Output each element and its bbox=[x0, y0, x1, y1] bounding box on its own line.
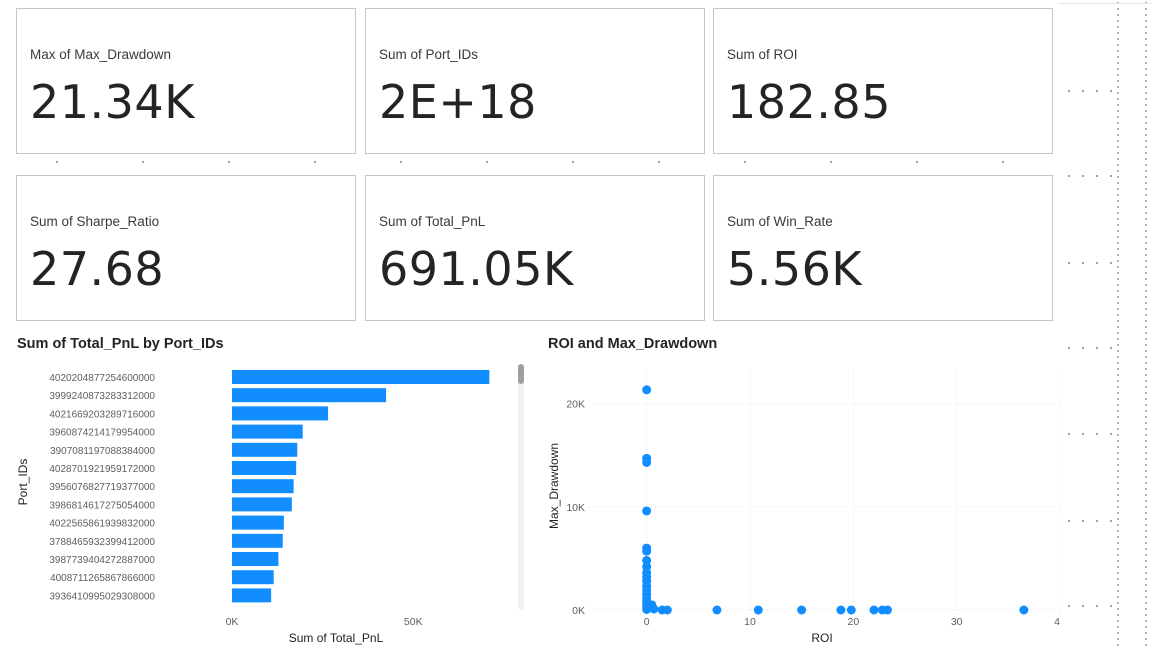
scrollbar-thumb[interactable] bbox=[518, 364, 524, 384]
x-axis-title: Sum of Total_PnL bbox=[289, 631, 384, 645]
scatter-point[interactable] bbox=[712, 605, 722, 615]
grid-dots bbox=[1062, 347, 1120, 349]
y-tick-label: 4022565861939832000 bbox=[49, 519, 155, 530]
kpi-card-sharpe-ratio[interactable]: Sum of Sharpe_Ratio 27.68 bbox=[16, 175, 356, 321]
kpi-label: Sum of ROI bbox=[727, 47, 798, 62]
bar[interactable] bbox=[232, 424, 303, 439]
scatter-chart-title: ROI and Max_Drawdown bbox=[548, 336, 718, 352]
x-tick-label: 50K bbox=[404, 616, 423, 628]
scatter-point[interactable] bbox=[836, 605, 846, 615]
grid-dots bbox=[1062, 605, 1120, 607]
scatter-point[interactable] bbox=[882, 605, 892, 615]
x-axis-title: ROI bbox=[811, 631, 832, 645]
y-tick-label: 3907081197088384000 bbox=[50, 446, 155, 457]
grid-dots bbox=[1062, 520, 1120, 522]
kpi-value: 182.85 bbox=[727, 75, 891, 129]
top-edge-line bbox=[1058, 3, 1151, 4]
y-tick-label: 4021669203289716000 bbox=[49, 409, 155, 420]
scatter-point[interactable] bbox=[846, 605, 856, 615]
x-tick-label: 20 bbox=[847, 616, 859, 628]
bar[interactable] bbox=[232, 515, 284, 530]
x-tick-label: 10 bbox=[744, 616, 756, 628]
y-tick-label: 0K bbox=[572, 605, 585, 617]
kpi-label: Sum of Sharpe_Ratio bbox=[30, 214, 160, 229]
kpi-value: 21.34K bbox=[30, 75, 195, 129]
y-tick-label: 3987739404272887000 bbox=[49, 555, 155, 566]
y-tick-label: 3960874214179954000 bbox=[49, 428, 155, 439]
kpi-value: 27.68 bbox=[30, 242, 165, 296]
kpi-card-port-ids[interactable]: Sum of Port_IDs 2E+18 bbox=[365, 8, 705, 154]
grid-dots bbox=[1062, 175, 1120, 177]
x-tick-label: 30 bbox=[951, 616, 963, 628]
bar[interactable] bbox=[232, 588, 272, 603]
scatter-point[interactable] bbox=[642, 457, 652, 467]
scatter-point[interactable] bbox=[642, 506, 652, 516]
bar[interactable] bbox=[232, 388, 387, 403]
x-tick-label: 0 bbox=[644, 616, 650, 628]
bar[interactable] bbox=[232, 552, 279, 566]
bar[interactable] bbox=[232, 442, 298, 457]
grid-dots bbox=[1062, 433, 1120, 435]
canvas-boundary-dots bbox=[1117, 0, 1119, 646]
scrollbar-track[interactable] bbox=[518, 364, 524, 610]
canvas-edge-dots bbox=[1145, 0, 1147, 646]
kpi-label: Sum of Port_IDs bbox=[379, 47, 479, 62]
bar[interactable] bbox=[232, 497, 292, 512]
y-tick-label: 4028701921959172000 bbox=[49, 464, 155, 475]
scatter-chart[interactable]: 0 10 20 30 40 0K 10K 20K ROI Max_Drawdown bbox=[540, 355, 1060, 646]
kpi-label: Max of Max_Drawdown bbox=[30, 47, 172, 62]
y-tick-label: 3986814617275054000 bbox=[49, 500, 155, 511]
y-tick-label: 4020204877254600000 bbox=[49, 373, 155, 384]
y-tick-label: 3936410995029308000 bbox=[49, 591, 155, 602]
kpi-value: 5.56K bbox=[727, 242, 863, 296]
y-axis-title: Port_IDs bbox=[16, 459, 30, 506]
scatter-point[interactable] bbox=[642, 546, 652, 556]
kpi-value: 691.05K bbox=[379, 242, 574, 296]
kpi-card-total-pnl[interactable]: Sum of Total_PnL 691.05K bbox=[365, 175, 705, 321]
y-tick-label: 3788465932399412000 bbox=[49, 537, 155, 548]
y-tick-label: 3999240873283312000 bbox=[49, 391, 155, 402]
bar-chart[interactable]: 4020204877254600000 3999240873283312000 40… bbox=[0, 355, 540, 646]
kpi-card-win-rate[interactable]: Sum of Win_Rate 5.56K bbox=[713, 175, 1053, 321]
y-tick-label: 10K bbox=[566, 502, 585, 514]
bar[interactable] bbox=[232, 479, 294, 494]
bar-chart-title: Sum of Total_PnL by Port_IDs bbox=[17, 336, 224, 352]
bar[interactable] bbox=[232, 570, 274, 585]
kpi-label: Sum of Total_PnL bbox=[379, 214, 486, 229]
scatter-point[interactable] bbox=[662, 605, 672, 615]
scatter-point[interactable] bbox=[797, 605, 807, 615]
bar[interactable] bbox=[232, 370, 490, 384]
scatter-point[interactable] bbox=[1019, 605, 1029, 615]
bar[interactable] bbox=[232, 533, 283, 548]
scatter-point[interactable] bbox=[649, 604, 659, 614]
grid-dots bbox=[1062, 262, 1120, 264]
y-tick-label: 4008711265867866000 bbox=[50, 573, 155, 584]
grid-dots bbox=[1062, 90, 1120, 92]
scatter-point[interactable] bbox=[753, 605, 763, 615]
grid-dots bbox=[14, 161, 1054, 163]
kpi-value: 2E+18 bbox=[379, 75, 537, 129]
scatter-point[interactable] bbox=[869, 605, 879, 615]
kpi-label: Sum of Win_Rate bbox=[727, 214, 833, 229]
bar[interactable] bbox=[232, 461, 297, 475]
y-axis-title: Max_Drawdown bbox=[547, 443, 561, 529]
scatter-point[interactable] bbox=[642, 385, 652, 395]
x-tick-label: 0K bbox=[226, 616, 239, 628]
y-tick-label: 20K bbox=[566, 399, 585, 411]
kpi-card-roi[interactable]: Sum of ROI 182.85 bbox=[713, 8, 1053, 154]
kpi-card-max-drawdown[interactable]: Max of Max_Drawdown 21.34K bbox=[16, 8, 356, 154]
x-tick-label: 40 bbox=[1054, 616, 1060, 628]
bar[interactable] bbox=[232, 406, 329, 421]
y-tick-label: 3956076827719377000 bbox=[49, 482, 155, 493]
